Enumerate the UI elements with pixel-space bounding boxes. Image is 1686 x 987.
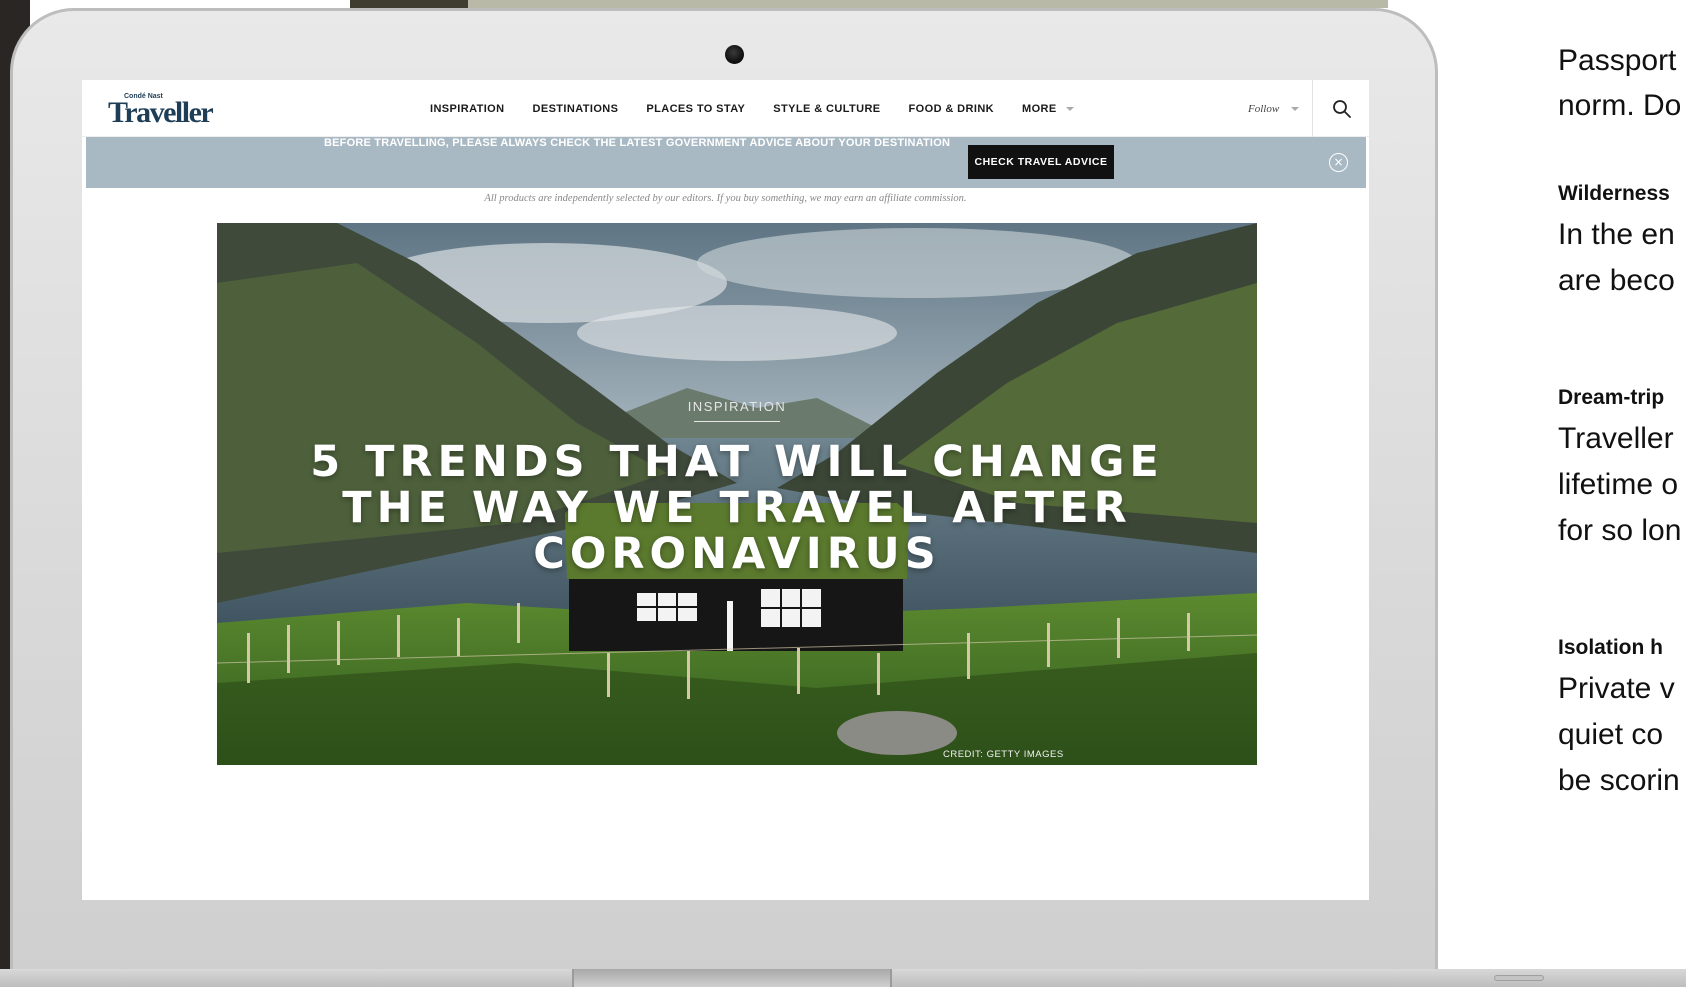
- travel-advice-banner: BEFORE TRAVELLING, PLEASE ALWAYS CHECK T…: [86, 137, 1366, 188]
- side-section-heading: Wilderness: [1558, 182, 1670, 205]
- chevron-down-icon: [1291, 106, 1300, 111]
- site-logo[interactable]: Condé Nast Traveller: [108, 90, 214, 130]
- side-article-text: norm. Do: [1558, 89, 1682, 122]
- nav-item-style-culture[interactable]: STYLE & CULTURE: [773, 103, 880, 115]
- site-header: Condé Nast Traveller INSPIRATION DESTINA…: [82, 80, 1369, 137]
- nav-item-inspiration[interactable]: INSPIRATION: [430, 103, 504, 115]
- laptop-groove: [1494, 975, 1544, 981]
- side-section-heading: Isolation h: [1558, 636, 1663, 659]
- side-article-text: are beco: [1558, 264, 1675, 297]
- header-divider: [1312, 80, 1313, 137]
- follow-dropdown[interactable]: Follow: [1248, 80, 1300, 137]
- laptop-screen: Condé Nast Traveller INSPIRATION DESTINA…: [82, 80, 1369, 900]
- search-icon[interactable]: [1332, 99, 1352, 119]
- hero-image[interactable]: INSPIRATION 5 TRENDS THAT WILL CHANGE TH…: [217, 223, 1257, 765]
- background-top-dark: [350, 0, 468, 8]
- webcam-icon: [725, 45, 744, 64]
- chevron-down-icon: [1065, 106, 1074, 111]
- hero-category-underline: [694, 421, 780, 422]
- side-article-text: for so lon: [1558, 514, 1682, 547]
- hero-title[interactable]: 5 TRENDS THAT WILL CHANGE THE WAY WE TRA…: [257, 439, 1217, 577]
- hero-credit: CREDIT: GETTY IMAGES: [943, 749, 1064, 760]
- hero-title-line: THE WAY WE TRAVEL AFTER: [342, 483, 1132, 533]
- logo-main-text: Traveller: [108, 96, 214, 129]
- hero-title-line: 5 TRENDS THAT WILL CHANGE: [310, 437, 1164, 487]
- side-section-heading: Dream-trip: [1558, 386, 1665, 409]
- nav-more-label: MORE: [1022, 102, 1057, 115]
- side-article-text: be scorin: [1558, 764, 1680, 797]
- side-article-text: In the en: [1558, 218, 1675, 251]
- advice-text: BEFORE TRAVELLING, PLEASE ALWAYS CHECK T…: [324, 137, 951, 149]
- affiliate-notice: All products are independently selected …: [484, 193, 967, 204]
- hero-title-line: CORONAVIRUS: [533, 529, 941, 579]
- side-article-text: Passport: [1558, 44, 1677, 77]
- side-article-text: Traveller: [1558, 422, 1674, 455]
- side-article-text: lifetime o: [1558, 468, 1679, 501]
- hero-category[interactable]: INSPIRATION: [217, 399, 1257, 414]
- check-travel-advice-button[interactable]: CHECK TRAVEL ADVICE: [968, 145, 1114, 179]
- side-article-text: Private v: [1558, 672, 1675, 705]
- close-icon[interactable]: ×: [1329, 153, 1348, 172]
- side-article-text: quiet co: [1558, 718, 1664, 751]
- laptop-hinge: [572, 969, 892, 987]
- main-nav: INSPIRATION DESTINATIONS PLACES TO STAY …: [430, 80, 1102, 137]
- nav-item-food-drink[interactable]: FOOD & DRINK: [909, 103, 994, 115]
- follow-label: Follow: [1248, 102, 1280, 115]
- nav-item-destinations[interactable]: DESTINATIONS: [532, 103, 618, 115]
- background-top-light: [468, 0, 1388, 8]
- nav-item-places-to-stay[interactable]: PLACES TO STAY: [646, 103, 745, 115]
- nav-item-more[interactable]: MORE: [1022, 103, 1074, 115]
